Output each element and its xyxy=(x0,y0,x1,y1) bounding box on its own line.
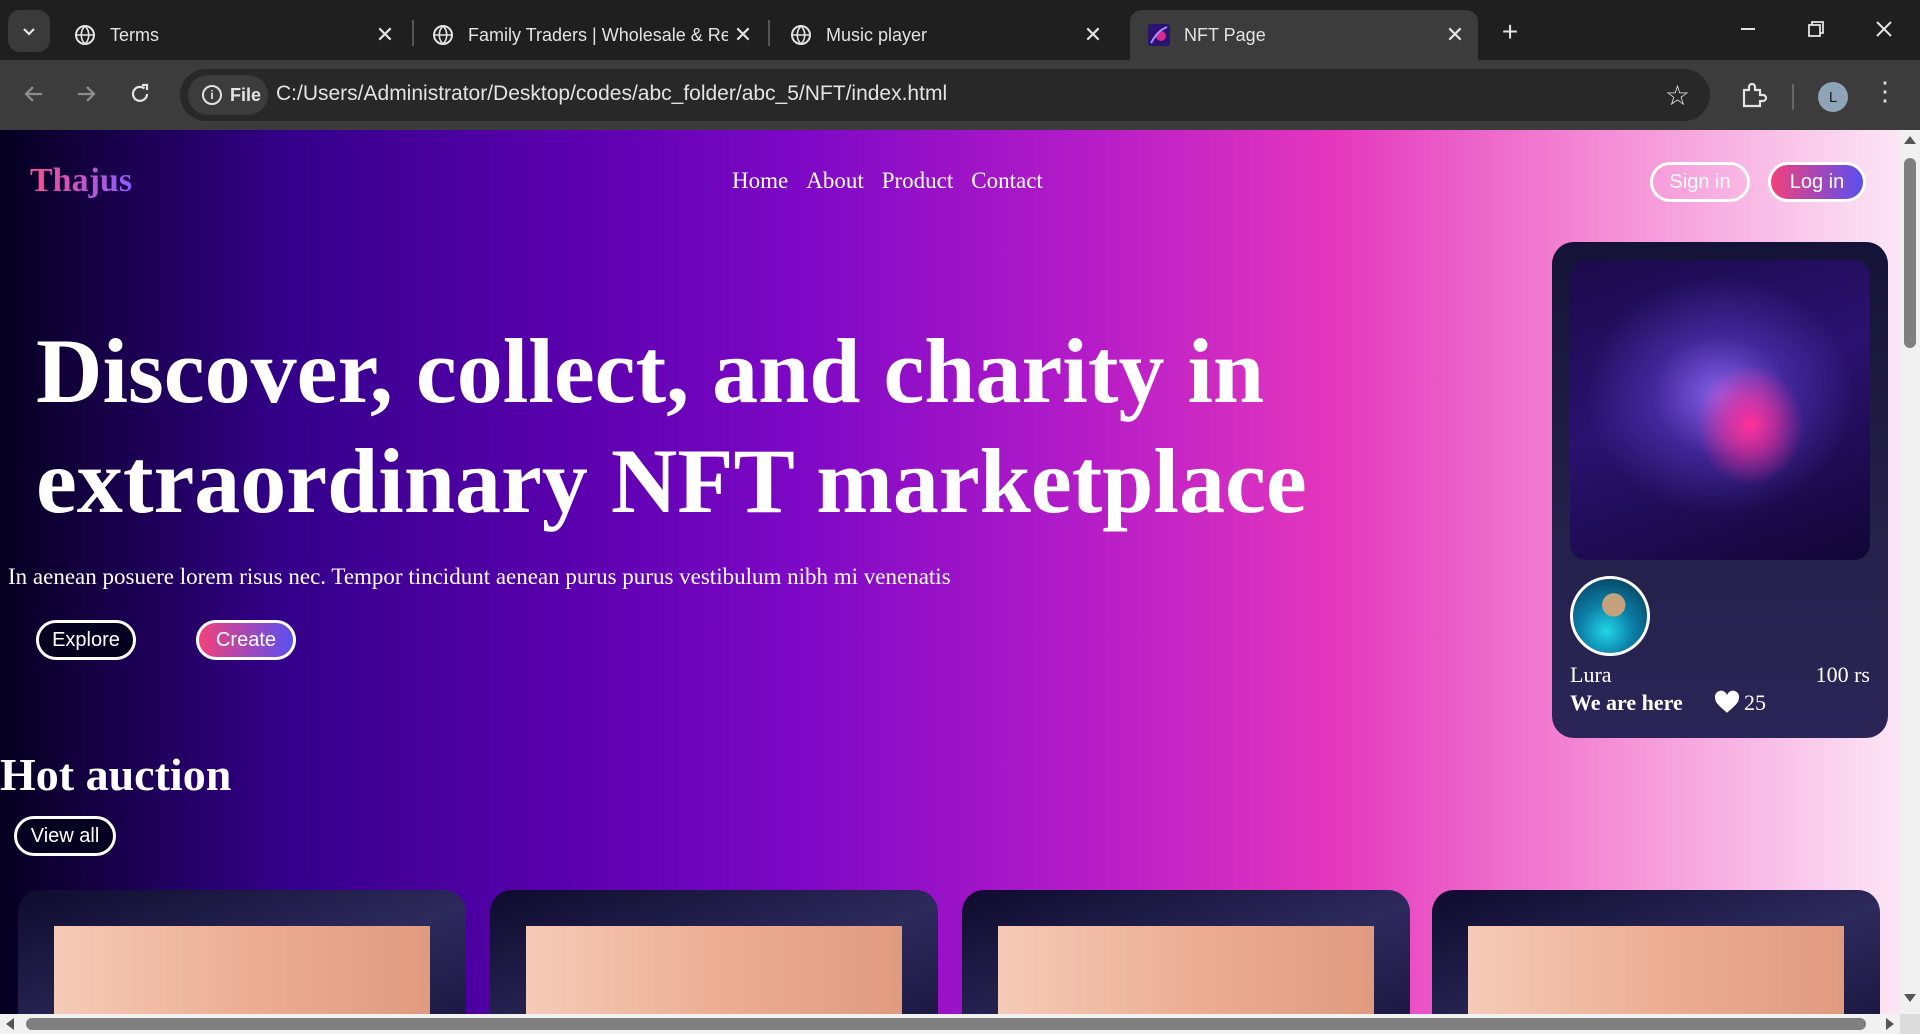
heart-icon[interactable] xyxy=(1714,690,1740,716)
section-title-hot-auction: Hot auction xyxy=(0,749,232,800)
hero-subtitle: In aenean posuere lorem risus nec. Tempo… xyxy=(8,564,951,589)
tab-music-player[interactable]: Music player ✕ xyxy=(772,10,1116,60)
main-nav: Home About Product Contact xyxy=(732,168,1043,194)
forward-button[interactable] xyxy=(66,74,106,114)
url-text[interactable]: C:/Users/Administrator/Desktop/codes/abc… xyxy=(276,82,947,106)
tab-nft-page[interactable]: NFT Page ✕ xyxy=(1130,10,1478,60)
tab-search-button[interactable] xyxy=(8,10,50,52)
info-icon: i xyxy=(202,85,222,105)
menu-kebab-icon[interactable]: ⋮ xyxy=(1872,78,1898,104)
back-button[interactable] xyxy=(14,74,54,114)
close-icon[interactable]: ✕ xyxy=(1440,20,1470,50)
bookmark-star-icon[interactable]: ☆ xyxy=(1665,79,1690,112)
tab-title: Terms xyxy=(110,24,159,45)
scrollbar-thumb[interactable] xyxy=(26,1018,1866,1030)
reload-icon xyxy=(131,83,149,102)
minimize-icon xyxy=(1741,28,1755,30)
explore-button[interactable]: Explore xyxy=(36,620,136,660)
nft-artwork-image xyxy=(1570,260,1870,560)
auction-thumbnail xyxy=(998,926,1374,1014)
new-tab-button[interactable]: + xyxy=(1492,14,1528,50)
restore-button[interactable] xyxy=(1788,8,1844,50)
sign-in-button[interactable]: Sign in xyxy=(1650,162,1750,202)
close-window-button[interactable] xyxy=(1856,8,1912,50)
vertical-scrollbar[interactable] xyxy=(1900,130,1920,1014)
log-in-button[interactable]: Log in xyxy=(1768,162,1866,202)
nav-product[interactable]: Product xyxy=(882,168,954,194)
nav-about[interactable]: About xyxy=(806,168,864,194)
globe-icon xyxy=(790,24,812,46)
nft-tagline: We are here xyxy=(1570,690,1683,715)
scrollbar-corner xyxy=(1900,1014,1920,1034)
hero-title: Discover, collect, and charity in extrao… xyxy=(36,320,1307,532)
nav-contact[interactable]: Contact xyxy=(971,168,1043,194)
tab-title: Family Traders | Wholesale & Re xyxy=(468,24,728,45)
close-icon[interactable]: ✕ xyxy=(1078,20,1108,50)
minimize-button[interactable] xyxy=(1720,8,1776,50)
tab-title: NFT Page xyxy=(1184,24,1266,45)
profile-avatar[interactable]: L xyxy=(1818,82,1848,112)
scroll-right-icon[interactable] xyxy=(1886,1018,1894,1030)
featured-nft-card[interactable]: Lura 100 rs We are here 25 xyxy=(1552,242,1888,738)
create-button[interactable]: Create xyxy=(196,620,296,660)
tab-strip: Terms ✕ Family Traders | Wholesale & Re … xyxy=(0,0,1920,60)
site-logo[interactable]: Thajus xyxy=(30,162,132,200)
nft-favicon xyxy=(1148,24,1170,46)
auction-thumbnail xyxy=(1468,926,1844,1014)
creator-avatar xyxy=(1570,576,1650,656)
scroll-up-icon[interactable] xyxy=(1904,136,1916,144)
toolbar-divider xyxy=(1792,84,1794,110)
chevron-down-icon xyxy=(23,28,35,36)
extensions-icon[interactable] xyxy=(1738,80,1768,110)
arrow-right-icon xyxy=(78,86,96,102)
address-bar[interactable]: i File C:/Users/Administrator/Desktop/co… xyxy=(180,69,1710,121)
scroll-left-icon[interactable] xyxy=(6,1018,14,1030)
scroll-down-icon[interactable] xyxy=(1904,994,1916,1002)
scrollbar-thumb[interactable] xyxy=(1904,158,1916,348)
nav-home[interactable]: Home xyxy=(732,168,788,194)
auction-card[interactable] xyxy=(962,890,1410,1014)
restore-icon xyxy=(1808,21,1824,37)
view-all-button[interactable]: View all xyxy=(14,816,116,856)
site-info-chip[interactable]: i File xyxy=(188,75,268,115)
auction-card[interactable] xyxy=(1432,890,1880,1014)
horizontal-scrollbar[interactable] xyxy=(0,1014,1900,1034)
browser-toolbar: i File C:/Users/Administrator/Desktop/co… xyxy=(0,60,1920,130)
auction-thumbnail xyxy=(526,926,902,1014)
auction-card[interactable] xyxy=(490,890,938,1014)
arrow-left-icon xyxy=(24,86,42,102)
reload-button[interactable] xyxy=(120,74,160,114)
tab-title: Music player xyxy=(826,24,928,45)
tab-family-traders[interactable]: Family Traders | Wholesale & Re ✕ xyxy=(414,10,766,60)
close-icon[interactable]: ✕ xyxy=(370,20,400,50)
tab-separator xyxy=(768,20,770,46)
like-count: 25 xyxy=(1744,690,1766,715)
close-icon xyxy=(1876,21,1892,37)
globe-icon xyxy=(74,24,96,46)
tab-terms[interactable]: Terms ✕ xyxy=(56,10,408,60)
creator-name: Lura xyxy=(1570,662,1612,687)
close-icon[interactable]: ✕ xyxy=(728,20,758,50)
page-viewport: Thajus Home About Product Contact Sign i… xyxy=(0,130,1900,1014)
globe-icon xyxy=(432,24,454,46)
auction-card[interactable] xyxy=(18,890,466,1014)
auction-thumbnail xyxy=(54,926,430,1014)
nft-price: 100 rs xyxy=(1815,662,1870,687)
site-chip-label: File xyxy=(230,84,262,105)
